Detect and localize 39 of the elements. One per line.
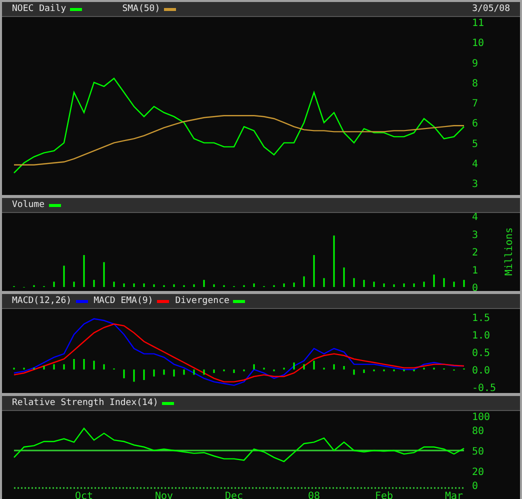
axis-tick-label: 0.0 (472, 366, 490, 376)
axis-tick-label: 0.5 (472, 348, 490, 359)
axis-tick-label: 11 (472, 18, 484, 29)
axis-tick-label: Feb (374, 491, 394, 499)
axis-tick-label: 100 (472, 412, 490, 423)
axis-tick-label: 8 (472, 78, 478, 90)
axis-tick-label: 6 (472, 118, 478, 130)
axis-tick-label: 50 (472, 446, 484, 458)
axis-title: Millions (504, 227, 515, 276)
axis-tick-label: 7 (472, 98, 478, 110)
axis-tick-label: 1.0 (472, 330, 490, 342)
axis-tick-label: 0 (472, 283, 478, 291)
legend-label: Divergence (175, 296, 230, 306)
axis-tick-label: 0 (472, 481, 478, 492)
axis-tick-label: 10 (472, 38, 484, 50)
axis-tick-label: Nov (154, 491, 174, 499)
legend-label: MACD EMA(9) (94, 296, 154, 306)
axis-tick-label: Oct (74, 491, 94, 499)
axis-tick-label: 2 (472, 248, 478, 258)
legend-label: SMA(50) (122, 4, 160, 14)
axis-tick-label: 20 (472, 467, 484, 478)
axis-tick-label: 9 (472, 58, 478, 70)
axis-tick-label: 4 (472, 213, 478, 223)
axis-tick-label: 5 (472, 138, 478, 150)
axis-tick-label: Mar (444, 491, 464, 499)
legend-label: MACD(12,26) (12, 296, 72, 306)
legend-label: NOEC Daily (12, 4, 66, 14)
legend-label: Volume (12, 200, 45, 210)
legend-label: Relative Strength Index(14) (12, 398, 158, 408)
axis-tick-label: 4 (472, 158, 478, 170)
axis-tick-label: 08 (308, 491, 320, 499)
axis-tick-label: 1.5 (472, 313, 490, 324)
axis-tick-label: 3 (472, 230, 478, 241)
chart-date: 3/05/08 (472, 4, 510, 14)
axis-tick-label: 1 (472, 265, 478, 276)
axis-tick-label: 80 (472, 426, 484, 437)
axis-tick-label: 3 (472, 179, 478, 190)
axis-tick-label: Dec (224, 491, 244, 499)
axis-tick-label: -0.5 (472, 383, 496, 393)
